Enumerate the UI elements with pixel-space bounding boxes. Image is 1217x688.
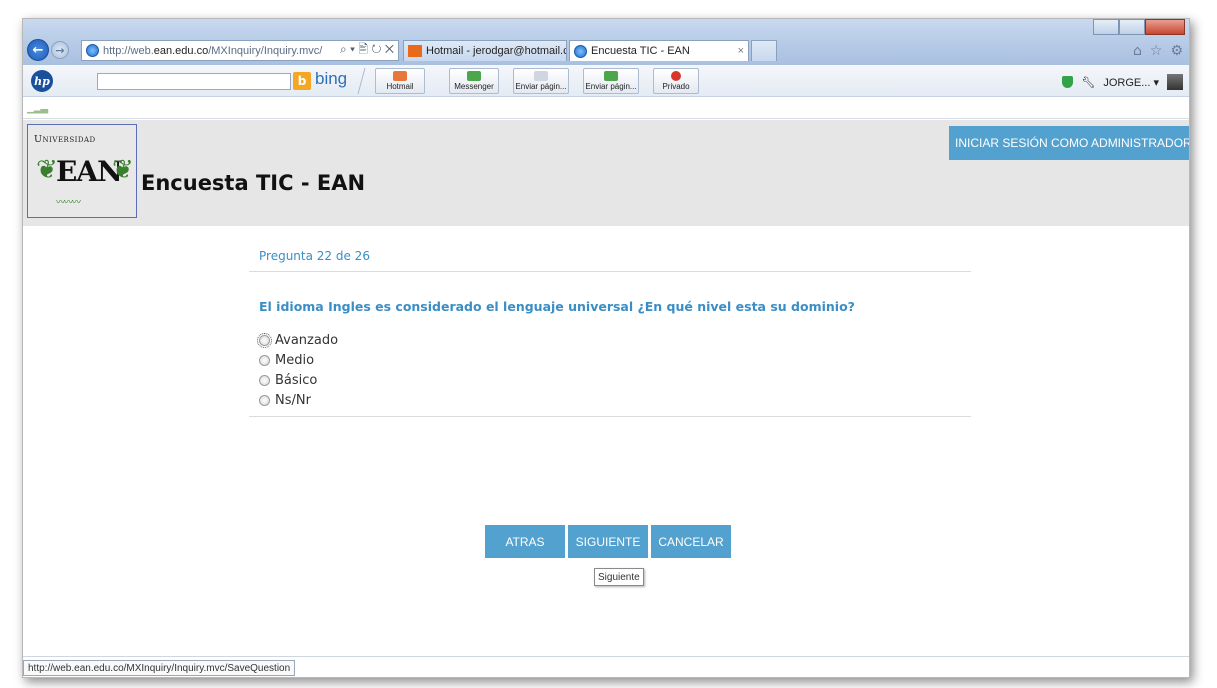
close-window-button[interactable] <box>1145 19 1185 35</box>
forward-arrow-icon: → <box>55 43 65 57</box>
cancel-button[interactable]: CANCELAR <box>651 525 731 558</box>
private-toolbar-button[interactable]: Privado <box>653 68 699 94</box>
address-bar[interactable]: http://web.ean.edu.co/MXInquiry/Inquiry.… <box>81 40 399 61</box>
radio-avanzado[interactable] <box>257 332 272 348</box>
window-controls <box>1093 19 1185 35</box>
send-page-messenger-button[interactable]: Enviar págin... <box>583 68 639 94</box>
security-shield-icon[interactable] <box>1062 76 1074 88</box>
close-tab-icon[interactable]: × <box>738 45 744 57</box>
option-basico[interactable]: Básico <box>259 370 971 390</box>
toolbar-separator <box>357 68 375 94</box>
option-label: Básico <box>275 372 318 388</box>
survey-buttons: ATRAS SIGUIENTE CANCELAR <box>485 525 731 558</box>
forward-button[interactable]: → <box>51 41 69 59</box>
radio-nsnr[interactable] <box>259 394 270 406</box>
secondary-toolbar: x ▁▂▃ <box>23 97 1189 119</box>
address-tools-icons[interactable]: ⌕ ▾ 🖹 ↻ ✕ <box>340 40 398 61</box>
new-tab-button[interactable] <box>751 40 777 61</box>
logo-university-text: Universidad <box>34 134 96 145</box>
back-survey-button[interactable]: ATRAS <box>485 525 565 558</box>
status-url: http://web.ean.edu.co/MXInquiry/Inquiry.… <box>23 660 296 676</box>
browser-titlebar: ← → http://web.ean.edu.co/MXInquiry/Inqu… <box>23 19 1189 65</box>
browser-window: ← → http://web.ean.edu.co/MXInquiry/Inqu… <box>22 18 1190 678</box>
question-text: El idioma Ingles es considerado el lengu… <box>259 299 855 314</box>
wrench-icon[interactable]: 🔧︎ <box>1081 76 1095 89</box>
browser-chrome-icons: ⌂ ☆ ⚙ <box>1133 43 1183 59</box>
toolbar-right-tools: 🔧︎ JORGE... ▾ <box>1062 74 1183 90</box>
next-button[interactable]: SIGUIENTE <box>568 525 648 558</box>
hotmail-tab-icon <box>408 45 422 57</box>
laurel-right-icon: ❦ <box>112 155 134 185</box>
option-label: Medio <box>275 352 315 368</box>
question-progress: Pregunta 22 de 26 <box>249 247 971 272</box>
user-avatar[interactable] <box>1167 74 1183 90</box>
back-arrow-icon: ← <box>32 42 44 58</box>
option-label: Avanzado <box>275 332 339 348</box>
admin-login-button[interactable]: INICIAR SESIÓN COMO ADMINISTRADOR <box>949 126 1189 160</box>
radio-medio[interactable] <box>259 354 270 366</box>
option-nsnr[interactable]: Ns/Nr <box>259 390 971 410</box>
home-icon[interactable]: ⌂ <box>1133 43 1142 59</box>
tab-hotmail-label: Hotmail - jerodgar@hotmail.c... <box>426 45 567 57</box>
send-page-button[interactable]: Enviar págin... <box>513 68 569 94</box>
site-header: Universidad ❦ EAN ❦ 〰〰〰 Encuesta TIC - E… <box>23 120 1189 226</box>
status-bar: http://web.ean.edu.co/MXInquiry/Inquiry.… <box>23 656 1189 677</box>
page-backdrop: ← → http://web.ean.edu.co/MXInquiry/Inqu… <box>0 0 1217 688</box>
survey-divider <box>249 416 971 417</box>
hotmail-toolbar-button[interactable]: Hotmail <box>375 68 425 94</box>
laurel-bottom-icon: 〰〰〰 <box>56 198 81 208</box>
send-page-icon <box>534 71 548 81</box>
tab-encuesta-label: Encuesta TIC - EAN <box>591 45 690 57</box>
bing-label: bing <box>315 69 348 88</box>
option-medio[interactable]: Medio <box>259 350 971 370</box>
send-page-messenger-icon <box>604 71 618 81</box>
browser-toolbar: x hp b bing Hotmail Messenger Enviar pág… <box>23 65 1189 97</box>
star-icon[interactable]: ☆ <box>1150 43 1163 59</box>
maximize-button[interactable] <box>1119 19 1145 35</box>
tab-hotmail[interactable]: Hotmail - jerodgar@hotmail.c... <box>403 40 567 61</box>
gear-icon[interactable]: ⚙ <box>1170 43 1183 59</box>
answer-options: Avanzado Medio Básico Ns/Nr <box>257 330 971 410</box>
user-menu[interactable]: JORGE... ▾ <box>1103 76 1159 89</box>
university-logo[interactable]: Universidad ❦ EAN ❦ 〰〰〰 <box>27 124 137 218</box>
option-label: Ns/Nr <box>275 392 311 408</box>
tab-encuesta[interactable]: Encuesta TIC - EAN × <box>569 40 749 61</box>
page-title: Encuesta TIC - EAN <box>141 171 366 195</box>
radio-basico[interactable] <box>259 374 270 386</box>
minimize-button[interactable] <box>1093 19 1119 35</box>
option-avanzado[interactable]: Avanzado <box>257 330 971 350</box>
private-icon <box>671 71 681 81</box>
messenger-toolbar-button[interactable]: Messenger <box>449 68 499 94</box>
ie-page-icon <box>86 44 99 57</box>
ie-tab-icon <box>574 44 587 58</box>
hp-logo-icon[interactable]: hp <box>31 70 53 92</box>
back-button[interactable]: ← <box>27 39 49 61</box>
laurel-left-icon: ❦ <box>36 155 58 185</box>
signal-bars-icon: ▁▂▃ <box>27 103 48 114</box>
address-text[interactable]: http://web.ean.edu.co/MXInquiry/Inquiry.… <box>103 45 340 57</box>
next-tooltip: Siguiente <box>594 568 644 586</box>
bing-search-icon[interactable]: b <box>293 72 311 90</box>
toolbar-search-input[interactable] <box>97 73 291 90</box>
hotmail-icon <box>393 71 407 81</box>
messenger-icon <box>467 71 481 81</box>
survey-panel: Pregunta 22 de 26 El idioma Ingles es co… <box>249 247 971 417</box>
